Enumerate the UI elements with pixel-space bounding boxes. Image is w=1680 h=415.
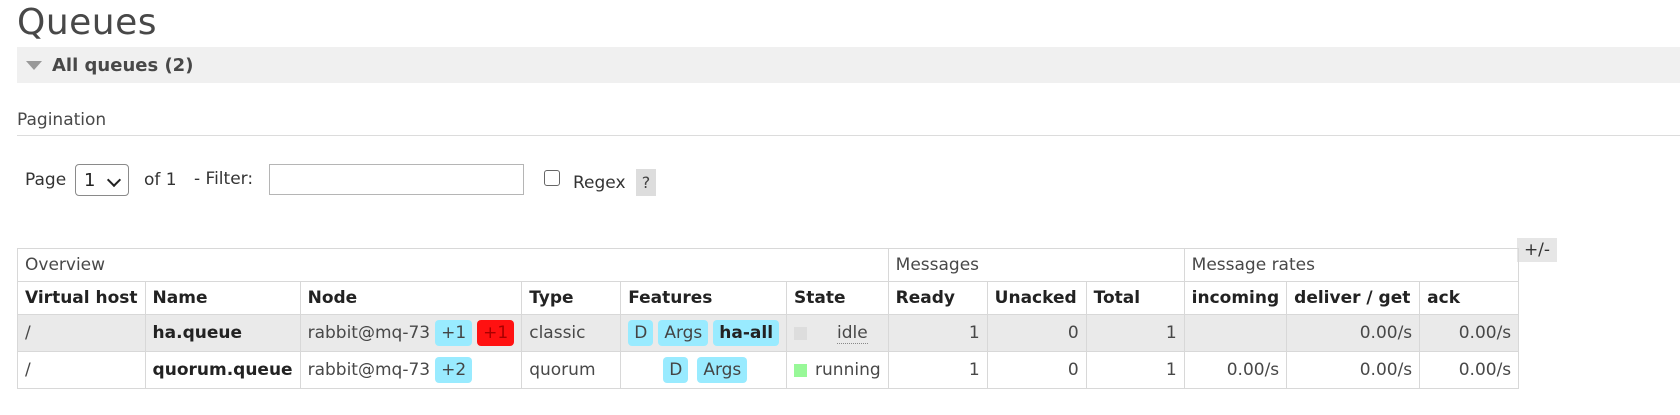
column-header-total[interactable]: Total <box>1085 281 1185 315</box>
cell-total: 1 <box>1085 351 1185 389</box>
state-indicator-icon <box>794 363 808 377</box>
regex-checkbox[interactable] <box>544 170 560 186</box>
cell-deliver-get: 0.00/s <box>1286 314 1421 352</box>
cell-type: quorum <box>521 351 622 389</box>
column-header-virtual-host[interactable]: Virtual host <box>17 281 146 315</box>
cell-deliver-get: 0.00/s <box>1286 351 1421 389</box>
feature-durable-badge: D <box>628 320 654 346</box>
group-header-message-rates: Message rates <box>1183 248 1520 282</box>
feature-durable-badge: D <box>663 357 689 383</box>
group-header-messages: Messages <box>887 248 1185 282</box>
cell-state: running <box>786 351 889 389</box>
node-name: rabbit@mq-73 <box>307 323 431 343</box>
policy-badge[interactable]: ha-all <box>713 320 780 346</box>
page-select-value: 1 <box>84 169 96 191</box>
pagination-title: Pagination <box>17 110 1680 136</box>
page-select[interactable]: 1 <box>75 164 129 196</box>
column-header-unacked[interactable]: Unacked <box>986 281 1087 315</box>
page-count-label: of 1 <box>144 170 177 190</box>
queue-name-link[interactable]: ha.queue <box>144 314 301 352</box>
cell-total: 1 <box>1085 314 1185 352</box>
cell-ack: 0.00/s <box>1419 351 1520 389</box>
state-indicator-icon <box>794 326 808 340</box>
table-row: / quorum.queue rabbit@mq-73 +2 quorum D Ar… <box>17 351 1520 389</box>
column-header-name[interactable]: Name <box>144 281 301 315</box>
column-header-ready[interactable]: Ready <box>887 281 988 315</box>
column-header-incoming[interactable]: incoming <box>1183 281 1288 315</box>
cell-type: classic <box>521 314 622 352</box>
table-row: / ha.queue rabbit@mq-73 +1 +1 classic D Arg… <box>17 314 1520 352</box>
mirror-count-badge: +1 <box>435 320 473 346</box>
cell-ready: 1 <box>887 314 988 352</box>
cell-incoming <box>1183 314 1288 352</box>
unsynced-mirror-badge: +1 <box>477 320 515 346</box>
state-text: idle <box>837 323 868 344</box>
regex-label: Regex <box>573 173 626 193</box>
column-header-type[interactable]: Type <box>521 281 622 315</box>
column-header-features[interactable]: Features <box>620 281 788 315</box>
cell-features: D Args <box>620 351 788 389</box>
cell-ready: 1 <box>887 351 988 389</box>
node-name: rabbit@mq-73 <box>307 360 431 380</box>
cell-features: D Args ha-all <box>620 314 788 352</box>
column-header-ack[interactable]: ack <box>1419 281 1520 315</box>
queue-name-link[interactable]: quorum.queue <box>144 351 301 389</box>
cell-incoming: 0.00/s <box>1183 351 1288 389</box>
queues-table: Overview Messages Message rates Virtual … <box>17 248 1520 389</box>
cell-node: rabbit@mq-73 +2 <box>299 351 523 389</box>
cell-unacked: 0 <box>986 351 1087 389</box>
page-title: Queues <box>17 2 158 43</box>
page-label: Page <box>25 170 67 190</box>
cell-virtual-host: / <box>17 314 146 352</box>
cell-ack: 0.00/s <box>1419 314 1520 352</box>
filter-label: - Filter: <box>194 169 254 189</box>
all-queues-section-toggle[interactable]: All queues (2) <box>17 47 1680 83</box>
cell-unacked: 0 <box>986 314 1087 352</box>
section-label: All queues (2) <box>52 54 194 76</box>
column-header-node[interactable]: Node <box>299 281 523 315</box>
cell-state: idle <box>786 314 889 352</box>
column-toggle-button[interactable]: +/- <box>1517 238 1557 262</box>
group-header-overview: Overview <box>17 248 889 282</box>
chevron-down-icon <box>106 172 122 188</box>
feature-args-badge: Args <box>658 320 709 346</box>
filter-input[interactable] <box>269 164 524 195</box>
regex-help-button[interactable]: ? <box>636 169 656 196</box>
column-header-deliver-get[interactable]: deliver / get <box>1286 281 1421 315</box>
cell-node: rabbit@mq-73 +1 +1 <box>299 314 523 352</box>
member-count-badge: +2 <box>435 357 473 383</box>
feature-args-badge: Args <box>697 357 748 383</box>
cell-virtual-host: / <box>17 351 146 389</box>
state-text: running <box>815 360 881 380</box>
collapse-triangle-icon <box>26 60 42 70</box>
column-header-state[interactable]: State <box>786 281 889 315</box>
